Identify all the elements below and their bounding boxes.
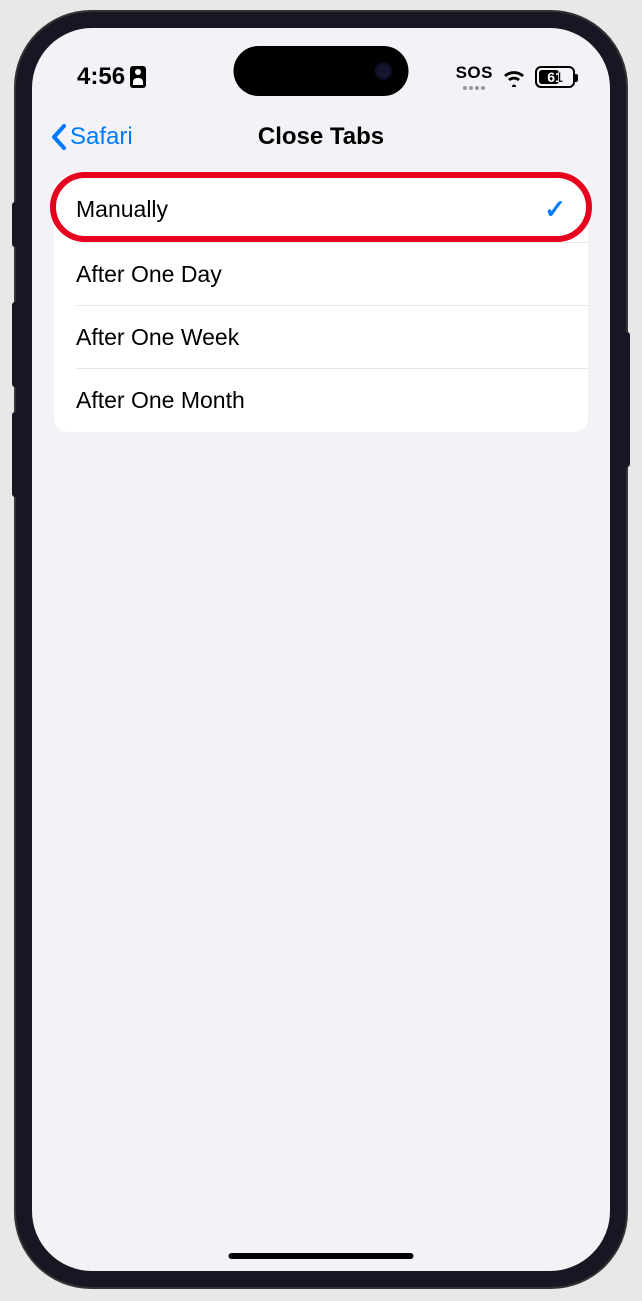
- chevron-left-icon: [50, 123, 67, 151]
- back-button[interactable]: Safari: [50, 123, 133, 151]
- sos-indicator: SOS: [456, 63, 493, 90]
- option-label: After One Week: [76, 324, 239, 351]
- battery-icon: 61: [535, 66, 575, 88]
- option-label: After One Month: [76, 387, 245, 414]
- power-button: [624, 332, 630, 467]
- option-label: After One Day: [76, 261, 222, 288]
- screen: 4:56 SOS 61: [32, 28, 610, 1271]
- phone-frame: 4:56 SOS 61: [16, 12, 626, 1287]
- checkmark-icon: ✓: [544, 194, 566, 225]
- option-after-one-day[interactable]: After One Day: [54, 243, 588, 306]
- option-after-one-week[interactable]: After One Week: [54, 306, 588, 369]
- option-manually[interactable]: Manually ✓: [54, 176, 588, 243]
- option-label: Manually: [76, 196, 168, 223]
- page-title: Close Tabs: [258, 123, 384, 151]
- battery-percent: 61: [547, 69, 563, 85]
- home-indicator[interactable]: [229, 1253, 414, 1259]
- dynamic-island: [234, 46, 409, 96]
- status-time: 4:56: [77, 63, 125, 91]
- contact-card-icon: [130, 66, 146, 88]
- back-label: Safari: [70, 123, 133, 151]
- options-list: Manually ✓ After One Day After One Week …: [54, 176, 588, 432]
- volume-up-button: [12, 302, 18, 387]
- wifi-icon: [501, 67, 527, 87]
- status-left: 4:56: [77, 63, 146, 91]
- option-after-one-month[interactable]: After One Month: [54, 369, 588, 432]
- mute-switch: [12, 202, 18, 247]
- status-right: SOS 61: [456, 63, 575, 90]
- volume-down-button: [12, 412, 18, 497]
- navigation-bar: Safari Close Tabs: [32, 103, 610, 176]
- front-camera: [375, 62, 393, 80]
